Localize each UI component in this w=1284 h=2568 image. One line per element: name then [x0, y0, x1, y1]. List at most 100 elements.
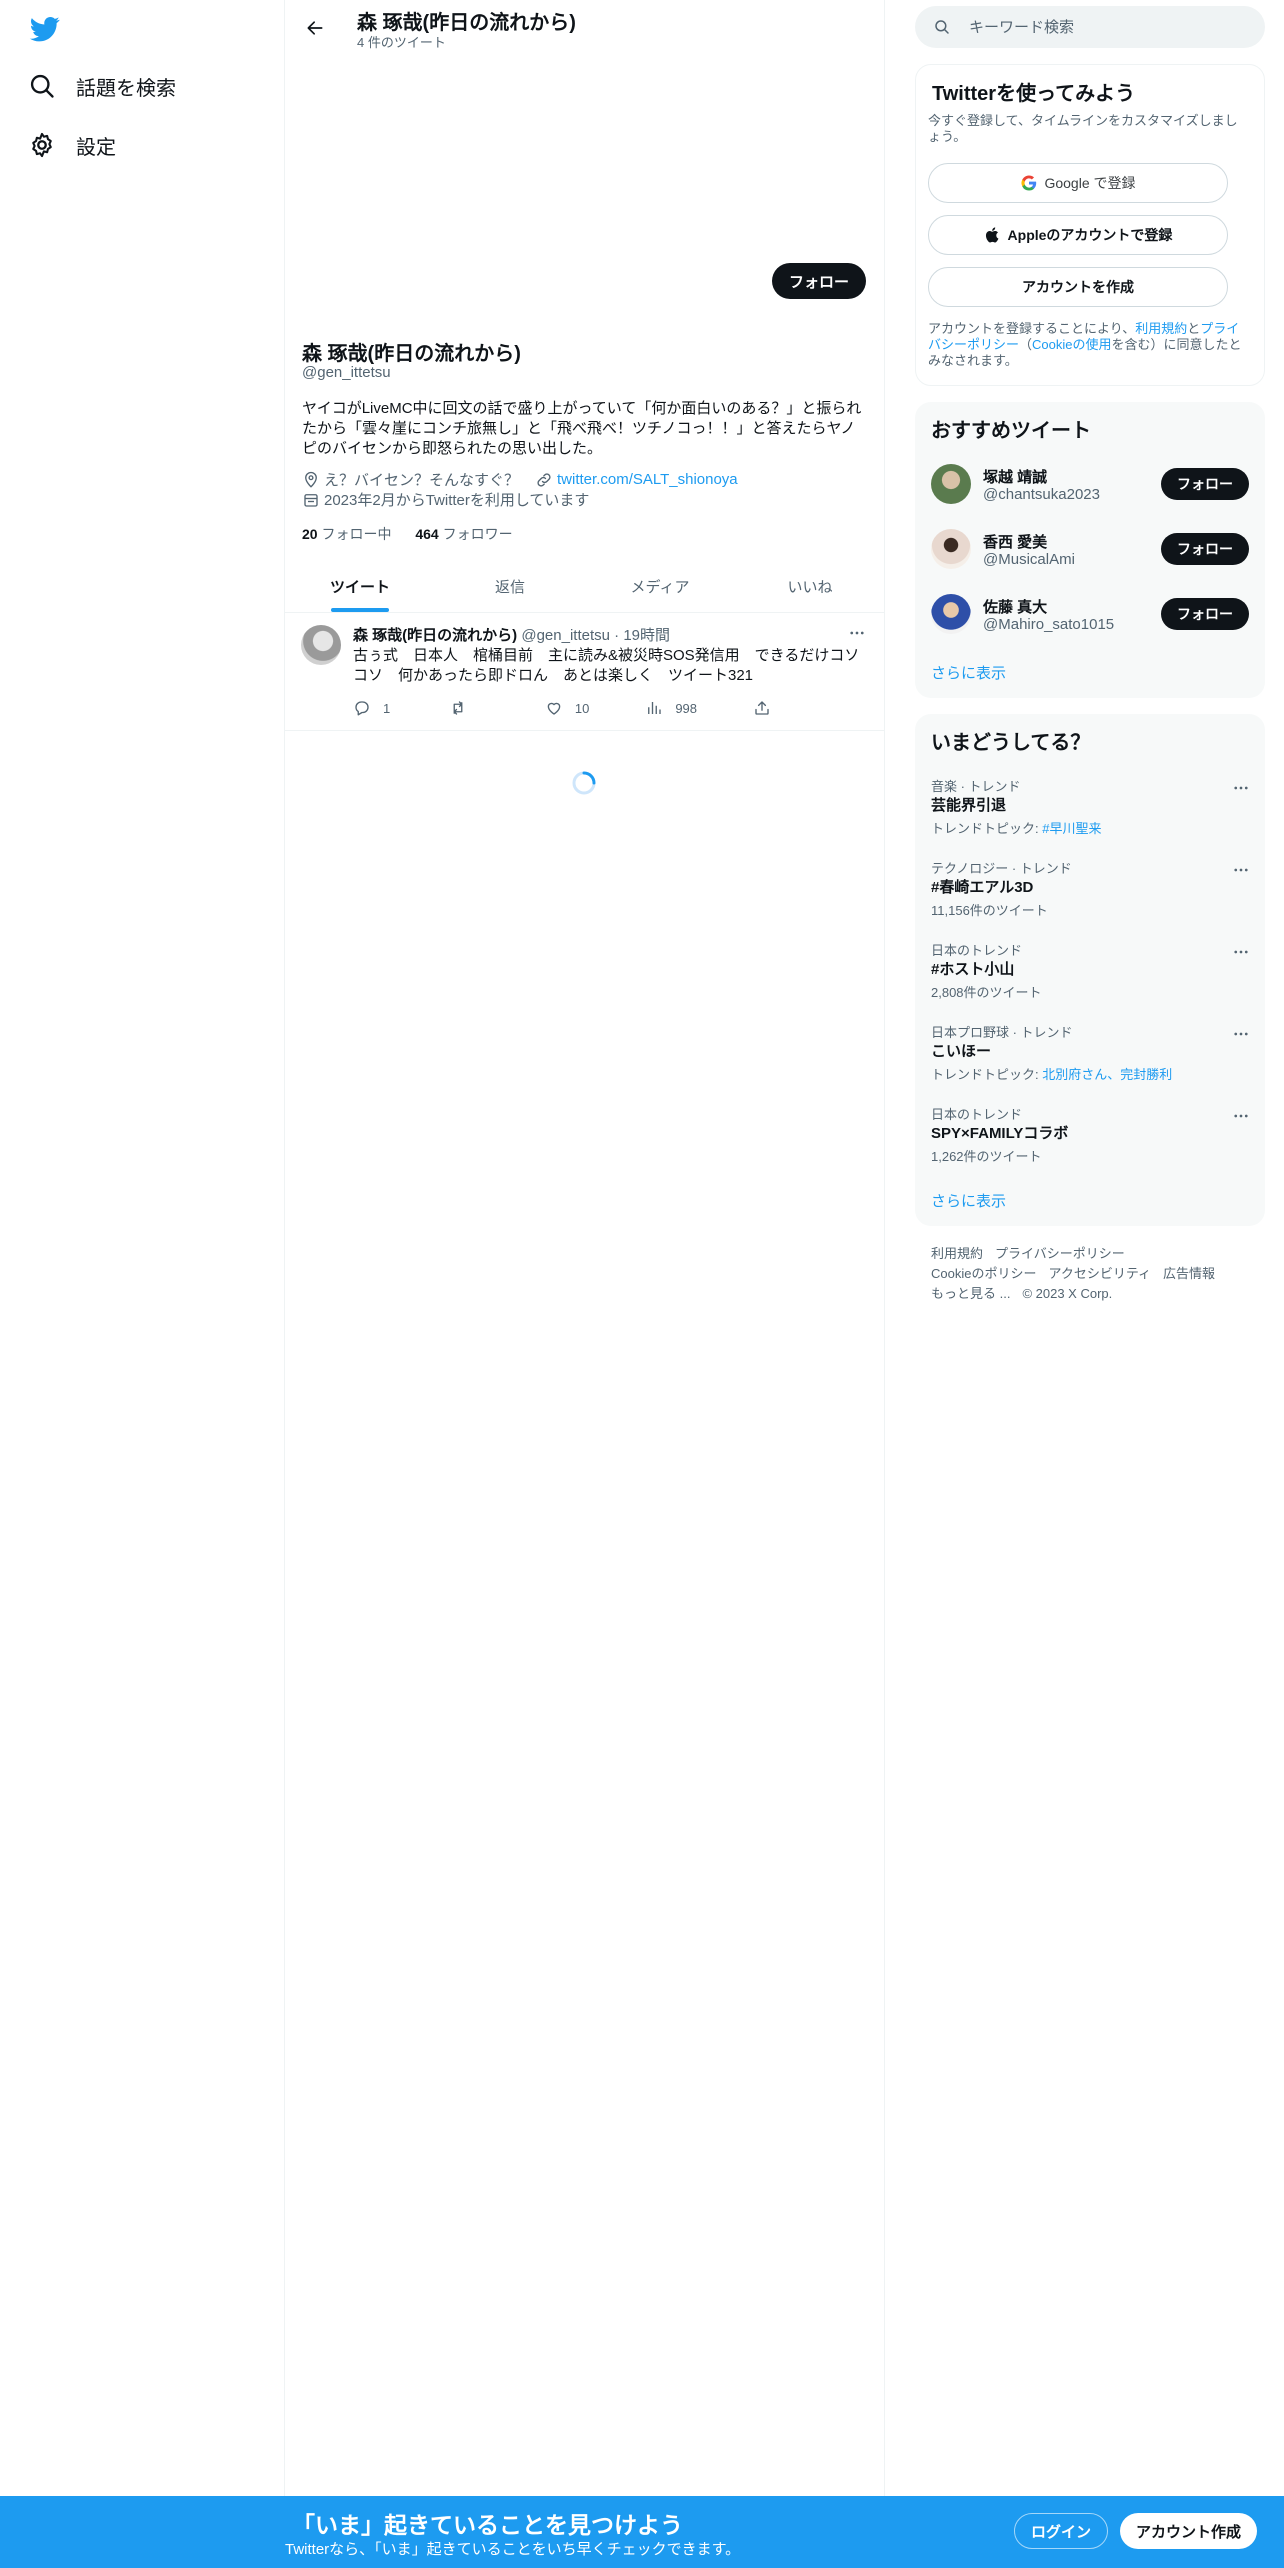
loading-spinner-icon [572, 771, 596, 795]
left-nav: 話題を検索 設定 [0, 0, 285, 2568]
footer-link[interactable]: 利用規約 [931, 1246, 983, 1261]
tweet-author-name[interactable]: 森 琢哉(昨日の流れから) [353, 627, 517, 644]
signup-terms: アカウントを登録することにより、利用規約とプライバシーポリシー（Cookieの使… [928, 321, 1248, 369]
profile-bio: ヤイコがLiveMC中に回文の話で盛り上がっていて「何か面白いのある？」と振られ… [302, 400, 862, 457]
reply-count: 1 [383, 700, 391, 716]
create-account-button[interactable]: アカウントを作成 [928, 267, 1228, 307]
view-count: 998 [675, 700, 698, 716]
header-tweet-count: 4 件のツイート [357, 35, 446, 50]
follow-stats: 20 フォロー中 464 フォロワー [302, 524, 533, 544]
avatar[interactable] [931, 594, 971, 634]
follow-button[interactable]: フォロー [771, 263, 866, 299]
recommended-show-more[interactable]: さらに表示 [931, 662, 1006, 683]
more-options-button[interactable] [845, 621, 869, 645]
back-button[interactable] [299, 12, 331, 44]
nav-explore[interactable]: 話題を検索 [28, 66, 176, 106]
profile-url-link[interactable]: twitter.com/SALT_shionoya [557, 471, 738, 488]
signup-button[interactable]: アカウント作成 [1120, 2513, 1258, 2549]
trend-item[interactable]: 日本のトレンド SPY×FAMILYコラボ 1,262件のツイート [915, 1104, 1265, 1186]
follow-button[interactable]: フォロー [1161, 468, 1249, 500]
bottom-bar-title: 「いま」起きていることを見つけよう [292, 2512, 683, 2538]
avatar[interactable] [931, 529, 971, 569]
footer-link[interactable]: Cookieのポリシー [931, 1266, 1036, 1281]
login-button[interactable]: ログイン [1014, 2513, 1109, 2549]
search-input[interactable] [969, 18, 1229, 36]
trend-item[interactable]: 日本のトレンド #ホスト小山 2,808件のツイート [915, 940, 1265, 1022]
cookie-link[interactable]: Cookieの使用 [1032, 337, 1111, 352]
trend-more-button[interactable] [1229, 776, 1253, 800]
following-stat[interactable]: 20 フォロー中 [302, 524, 391, 544]
trend-sub-text: トレンドトピック: [931, 821, 1043, 836]
profile-joined-row: 2023年2月からTwitterを利用しています [302, 489, 589, 510]
follow-button[interactable]: フォロー [1161, 533, 1249, 565]
profile-header-bar: 森 琢哉(昨日の流れから) 4 件のツイート [285, 0, 885, 53]
follow-button[interactable]: フォロー [1161, 598, 1249, 630]
retweet-button[interactable] [449, 699, 489, 717]
tab-media[interactable]: メディア [585, 560, 735, 612]
recommended-title: おすすめツイート [931, 420, 1091, 442]
tweet-actions: 1 10 998 [353, 699, 793, 717]
trend-item[interactable]: テクノロジー · トレンド #春崎エアル3D 11,156件のツイート [915, 858, 1265, 940]
recommended-user-name: 香西 愛美 [983, 534, 1048, 551]
trend-more-button[interactable] [1229, 858, 1253, 882]
followers-stat[interactable]: 464 フォロワー [415, 524, 512, 544]
trend-sub-text: トレンドトピック: [931, 1067, 1043, 1082]
search-box[interactable] [915, 6, 1265, 48]
terms-link[interactable]: 利用規約 [1135, 321, 1187, 336]
copyright: © 2023 X Corp. [1022, 1286, 1113, 1301]
profile-tabs: ツイート 返信 メディア いいね [285, 560, 885, 613]
trend-context: テクノロジー · トレンド [931, 861, 1072, 876]
twitter-logo-icon[interactable] [28, 14, 62, 44]
footer-link[interactable]: アクセシビリティ [1048, 1266, 1151, 1281]
tweet-author-handle[interactable]: @gen_ittetsu [521, 627, 610, 644]
trends-show-more[interactable]: さらに表示 [931, 1190, 1006, 1211]
google-signup-button[interactable]: Google で登録 [928, 163, 1228, 203]
followers-label: フォロワー [442, 526, 513, 542]
tweet[interactable]: 森 琢哉(昨日の流れから) @gen_ittetsu · 19時間 古ぅ式 日本… [285, 613, 885, 731]
trend-item[interactable]: 日本プロ野球 · トレンド こいほー トレンドトピック: 北別府さん、完封勝利 [915, 1022, 1265, 1104]
views-button[interactable]: 998 [645, 699, 697, 717]
footer: 利用規約 プライバシーポリシー Cookieのポリシー アクセシビリティ 広告情報 も… [931, 1244, 1251, 1304]
trend-more-button[interactable] [1229, 940, 1253, 964]
trend-topic-link[interactable]: 北別府さん、完封勝利 [1042, 1067, 1172, 1082]
like-button[interactable]: 10 [545, 699, 589, 717]
share-button[interactable] [753, 699, 793, 717]
reply-button[interactable]: 1 [353, 699, 393, 717]
nav-explore-label: 話題を検索 [76, 77, 176, 100]
recommended-user-handle: @MusicalAmi [983, 551, 1075, 568]
tab-likes[interactable]: いいね [735, 560, 885, 612]
location-icon [305, 471, 317, 488]
google-logo-icon [1021, 175, 1037, 191]
footer-link[interactable]: 広告情報 [1163, 1266, 1215, 1281]
recommended-user[interactable]: 香西 愛美 @MusicalAmi フォロー [915, 517, 1265, 581]
signup-subtitle: 今すぐ登録して、タイムラインをカスタマイズしましょう。 [928, 113, 1238, 144]
apple-signup-button[interactable]: Appleのアカウントで登録 [928, 215, 1228, 255]
more-horizontal-icon [1234, 950, 1248, 954]
recommended-user[interactable]: 塚越 靖誠 @chantsuka2023 フォロー [915, 452, 1265, 516]
header-name: 森 琢哉(昨日の流れから) [357, 12, 576, 34]
recommended-user-name: 塚越 靖誠 [983, 469, 1048, 486]
recommended-user[interactable]: 佐藤 真大 @Mahiro_sato1015 フォロー [915, 582, 1265, 646]
signup-bottom-bar: 「いま」起きていることを見つけよう Twitterなら、「いま」起きていることを… [0, 2496, 1284, 2568]
trend-item[interactable]: 音楽 · トレンド 芸能界引退 トレンドトピック: #早川聖来 [915, 776, 1265, 858]
footer-link[interactable]: もっと見る ... [931, 1286, 1010, 1301]
tweet-time[interactable]: 19時間 [623, 627, 670, 644]
search-icon [30, 74, 54, 98]
avatar[interactable] [301, 625, 341, 665]
trend-name: SPY×FAMILYコラボ [931, 1125, 1069, 1142]
tab-replies[interactable]: 返信 [435, 560, 585, 612]
trend-topic-link[interactable]: #早川聖来 [1042, 821, 1101, 836]
create-account-label: アカウントを作成 [1022, 279, 1134, 295]
trend-more-button[interactable] [1229, 1022, 1253, 1046]
trend-more-button[interactable] [1229, 1104, 1253, 1128]
google-signup-label: Google で登録 [1044, 175, 1136, 191]
trend-context: 日本のトレンド [931, 943, 1023, 958]
calendar-icon [304, 493, 318, 507]
footer-link[interactable]: プライバシーポリシー [995, 1246, 1125, 1261]
nav-settings[interactable]: 設定 [28, 125, 116, 165]
avatar[interactable] [931, 464, 971, 504]
recommended-card: おすすめツイート 塚越 靖誠 @chantsuka2023 フォロー 香西 愛美… [915, 402, 1265, 698]
trend-subtitle: トレンドトピック: #早川聖来 [931, 818, 1101, 837]
profile-meta-row: え？バイセン？そんなすぐ？ twitter.com/SALT_shionoya [302, 469, 738, 490]
tab-tweets[interactable]: ツイート [285, 560, 435, 612]
